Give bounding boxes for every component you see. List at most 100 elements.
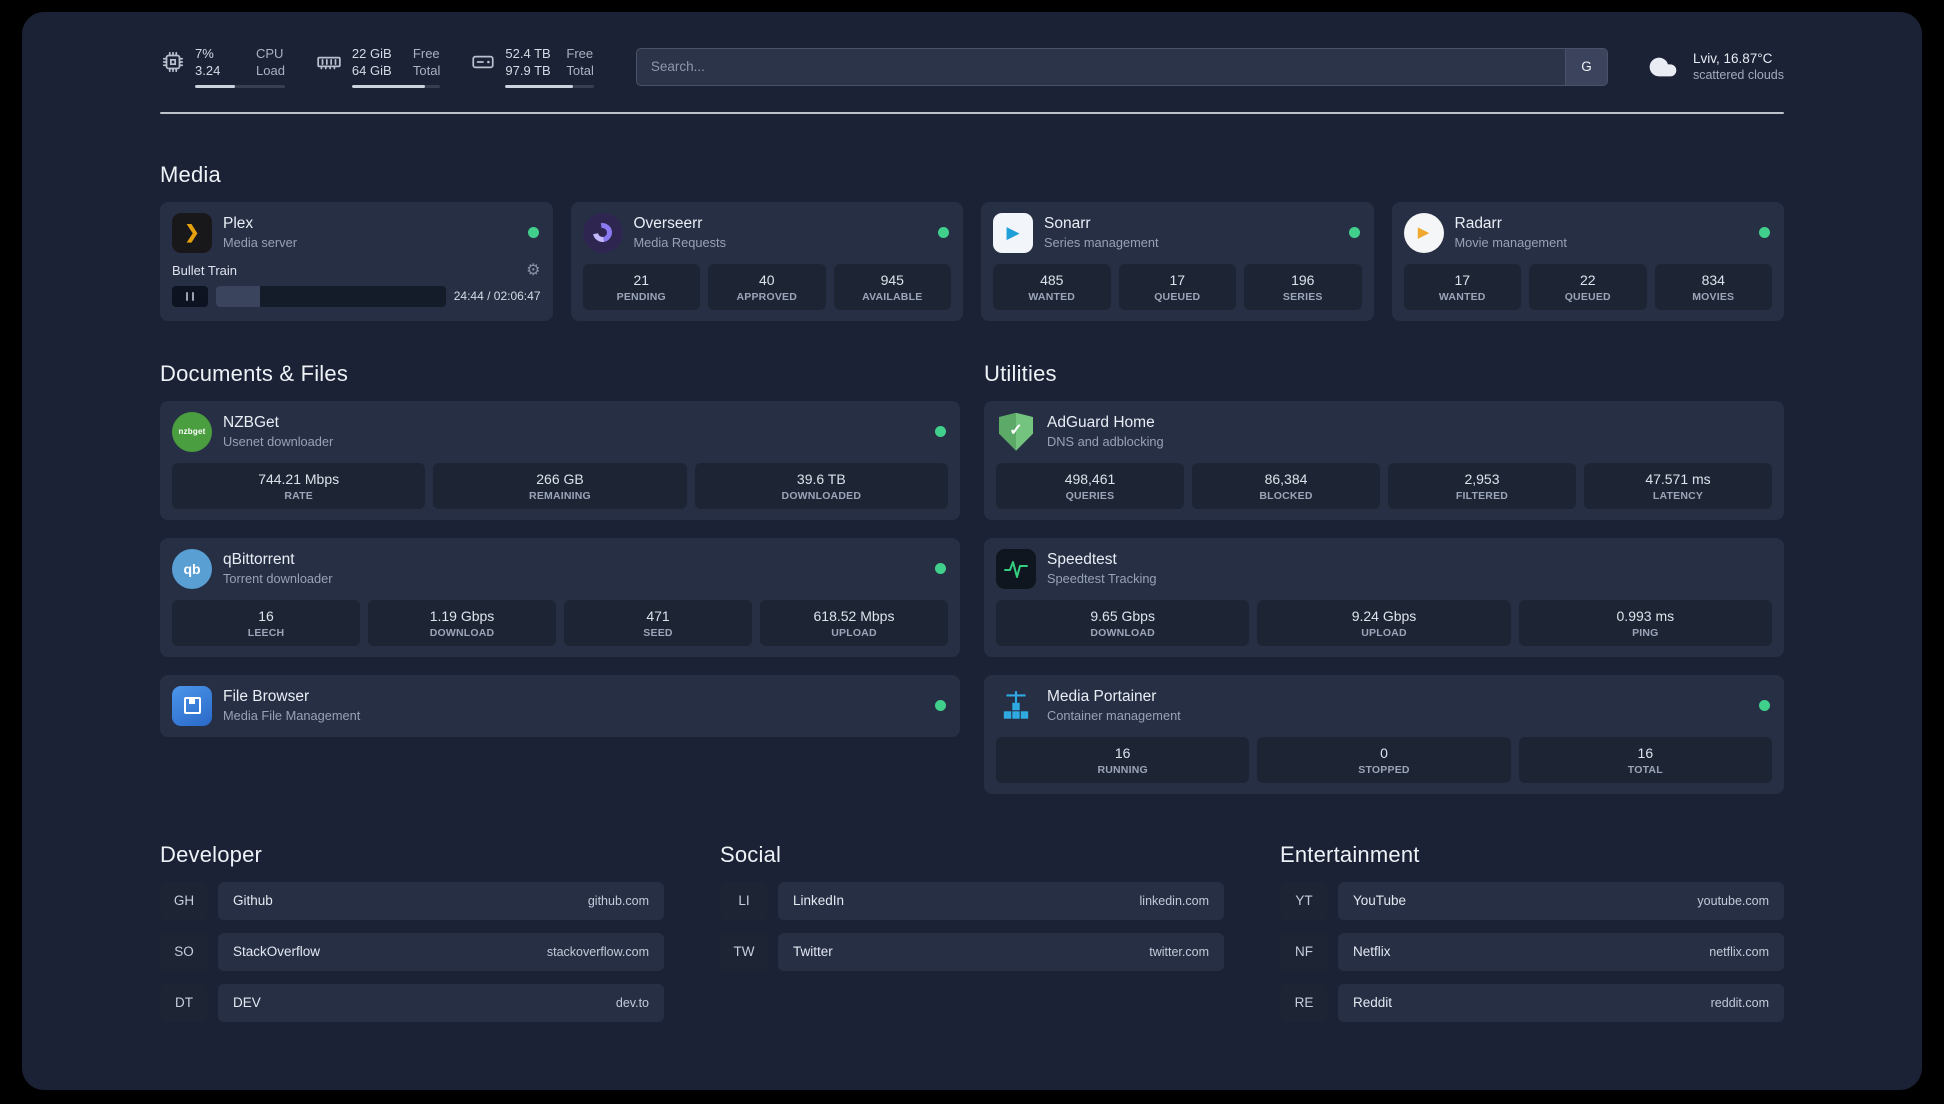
search-bar: G — [635, 47, 1608, 86]
cpu-icon — [160, 49, 186, 75]
bookmarks-developer: Developer GH Github github.com SO StackOv… — [160, 842, 664, 1035]
service-description: Torrent downloader — [223, 571, 333, 587]
stat-ping: 0.993 ms PING — [1518, 599, 1772, 646]
status-dot — [1759, 700, 1770, 712]
gear-icon[interactable]: ⚙ — [526, 262, 540, 279]
bookmark-abbr: RE — [1280, 983, 1328, 1022]
memory-free-label: Free — [412, 46, 440, 61]
service-description: Usenet downloader — [223, 434, 334, 450]
weather-widget: Lviv, 16.87°C scattered clouds — [1644, 51, 1784, 83]
status-dot — [527, 227, 539, 239]
disk-free-value: 52.4 TB — [505, 46, 551, 61]
section-title-entertainment: Entertainment — [1280, 841, 1420, 867]
disk-icon — [470, 49, 496, 75]
stat-blocked: 86,384 BLOCKED — [1192, 462, 1380, 509]
service-card-adguard[interactable]: ✓ AdGuard Home DNS and adblocking 498,46… — [984, 400, 1784, 520]
section-media: Media ❯ Plex Media server Bullet Train ⚙… — [160, 162, 1784, 321]
stat-upload: 9.24 Gbps UPLOAD — [1257, 599, 1511, 646]
service-card-filebrowser[interactable]: File Browser Media File Management — [160, 674, 960, 737]
pause-button[interactable] — [172, 285, 208, 307]
memory-free-value: 22 GiB — [351, 46, 392, 61]
bookmark-reddit[interactable]: RE Reddit reddit.com — [1280, 983, 1784, 1022]
bookmark-linkedin[interactable]: LI LinkedIn linkedin.com — [720, 881, 1224, 920]
service-description: Speedtest Tracking — [1047, 571, 1157, 587]
service-card-portainer[interactable]: Media Portainer Container management 16 R… — [984, 674, 1784, 794]
section-title-documents: Documents & Files — [160, 360, 349, 386]
memory-total-label: Total — [412, 62, 441, 78]
qbittorrent-icon: qb — [172, 548, 212, 589]
cpu-widget: 7% 3.24 CPU Load — [160, 46, 285, 88]
nzbget-icon: nzbget — [172, 411, 212, 452]
bookmark-abbr: YT — [1280, 881, 1328, 920]
service-name: AdGuard Home — [1047, 414, 1155, 432]
cpu-usage-value: 7% — [195, 46, 214, 61]
memory-progress-bar — [351, 84, 441, 88]
status-dot — [1759, 227, 1770, 239]
cpu-load-label: Load — [256, 62, 285, 78]
bookmark-youtube[interactable]: YT YouTube youtube.com — [1280, 881, 1784, 920]
bookmark-abbr: SO — [160, 932, 208, 971]
service-name: Media Portainer — [1047, 688, 1157, 706]
service-name: Radarr — [1454, 215, 1502, 233]
service-card-nzbget[interactable]: nzbget NZBGet Usenet downloader 744.21 M… — [160, 400, 960, 520]
sonarr-icon: ▶ — [993, 212, 1033, 253]
memory-widget: 22 GiB 64 GiB Free Total — [315, 46, 441, 88]
bookmark-netflix[interactable]: NF Netflix netflix.com — [1280, 932, 1784, 971]
stat-leech: 16 LEECH — [172, 599, 360, 646]
cpu-label: CPU — [256, 46, 284, 61]
cloud-icon — [1644, 51, 1682, 83]
service-card-speedtest[interactable]: Speedtest Speedtest Tracking 9.65 Gbps DO… — [984, 537, 1784, 657]
service-card-sonarr[interactable]: ▶ Sonarr Series management 485 WANTED 17 Q… — [981, 201, 1374, 321]
search-provider-button[interactable]: G — [1564, 48, 1607, 85]
memory-icon — [315, 49, 343, 75]
search-input[interactable] — [636, 48, 1565, 85]
radarr-icon: ▶ — [1403, 212, 1444, 253]
speedtest-icon — [996, 548, 1036, 589]
disk-total-value: 97.9 TB — [505, 62, 551, 78]
service-description: Media Requests — [633, 235, 726, 251]
service-card-plex[interactable]: ❯ Plex Media server Bullet Train ⚙ 24:44… — [160, 201, 553, 321]
topbar: 7% 3.24 CPU Load 22 GiB 64 GiB Free Tota… — [160, 46, 1784, 88]
stat-rate: 744.21 Mbps RATE — [172, 462, 426, 509]
stat-movies: 834 MOVIES — [1654, 263, 1772, 310]
bookmark-stackoverflow[interactable]: SO StackOverflow stackoverflow.com — [160, 932, 664, 971]
status-dot — [935, 426, 946, 438]
stat-queued: 17 QUEUED — [1118, 263, 1236, 310]
disk-progress-bar — [505, 84, 594, 88]
adguard-icon: ✓ — [996, 412, 1036, 452]
stat-stopped: 0 STOPPED — [1257, 736, 1511, 783]
service-card-radarr[interactable]: ▶ Radarr Movie management 17 WANTED 22 QUE… — [1391, 201, 1784, 321]
memory-total-value: 64 GiB — [351, 62, 392, 78]
service-description: Container management — [1047, 708, 1181, 724]
service-name: Plex — [223, 215, 254, 233]
service-description: Media File Management — [223, 708, 361, 724]
section-title-social: Social — [720, 841, 782, 867]
cpu-load-value: 3.24 — [195, 62, 221, 78]
bookmark-github[interactable]: GH Github github.com — [160, 881, 664, 920]
section-title-developer: Developer — [160, 841, 263, 867]
stat-wanted: 485 WANTED — [993, 263, 1111, 310]
service-card-qbittorrent[interactable]: qb qBittorrent Torrent downloader 16 LEEC… — [160, 537, 960, 657]
bookmark-dev[interactable]: DT DEV dev.to — [160, 983, 664, 1022]
topbar-divider — [160, 111, 1784, 114]
service-description: DNS and adblocking — [1047, 434, 1164, 450]
disk-total-label: Total — [566, 62, 594, 78]
status-dot — [935, 700, 946, 712]
service-card-overseerr[interactable]: Overseerr Media Requests 21 PENDING 40 APP… — [570, 201, 963, 321]
playback-time: 24:44 / 02:06:47 — [453, 289, 541, 304]
stat-approved: 40 APPROVED — [708, 263, 826, 310]
service-name: Sonarr — [1044, 215, 1091, 233]
playback-progress-bar[interactable] — [216, 285, 446, 307]
service-description: Media server — [223, 235, 297, 251]
bookmarks-entertainment: Entertainment YT YouTube youtube.com NF N… — [1280, 842, 1784, 1035]
bookmark-twitter[interactable]: TW Twitter twitter.com — [720, 932, 1224, 971]
service-name: Speedtest — [1047, 551, 1117, 569]
resource-widgets: 7% 3.24 CPU Load 22 GiB 64 GiB Free Tota… — [160, 46, 594, 88]
status-dot — [1348, 227, 1360, 239]
cpu-progress-bar — [195, 84, 285, 88]
stat-pending: 21 PENDING — [582, 263, 700, 310]
section-title-utilities: Utilities — [984, 360, 1057, 386]
now-playing-title: Bullet Train — [172, 263, 238, 279]
stat-latency: 47.571 ms LATENCY — [1584, 462, 1772, 509]
weather-location: Lviv, 16.87°C — [1692, 51, 1773, 67]
